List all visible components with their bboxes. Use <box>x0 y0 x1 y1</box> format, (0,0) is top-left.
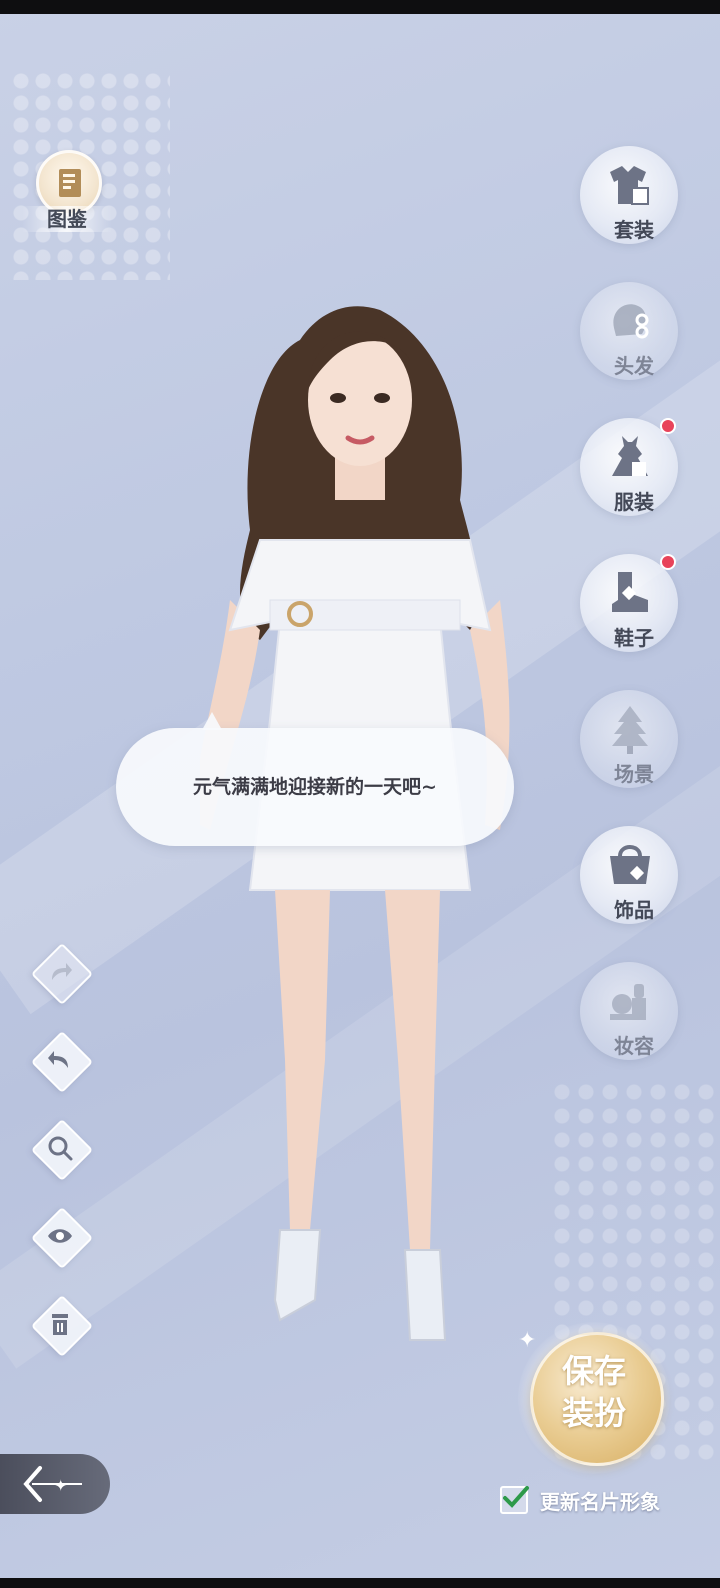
dress-icon <box>612 436 648 476</box>
notification-dot <box>660 554 676 570</box>
menu-label: 饰品 <box>614 898 654 922</box>
status-bar <box>0 0 720 14</box>
scene-tree-icon <box>612 706 648 754</box>
menu-clothing[interactable]: 服装 <box>574 412 684 522</box>
menu-label: 鞋子 <box>614 626 654 650</box>
nav-bar <box>0 1578 720 1588</box>
zoom-button[interactable] <box>30 1118 94 1182</box>
shoe-icon <box>612 572 648 612</box>
speech-bubble: 元气满满地迎接新的一天吧~ <box>116 712 514 846</box>
makeup-icon <box>610 984 646 1020</box>
undo-button[interactable] <box>30 1030 94 1094</box>
delete-button[interactable] <box>30 1294 94 1358</box>
speech-text: 元气满满地迎接新的一天吧~ <box>193 776 437 798</box>
menu-label: 头发 <box>614 354 654 378</box>
checkmark-icon <box>503 1486 529 1508</box>
sparkle-icon: ✦ <box>518 1328 537 1353</box>
svg-text:✦: ✦ <box>54 1476 67 1495</box>
save-label-line2: 装扮 <box>561 1394 626 1432</box>
atlas-button[interactable]: 图鉴 <box>22 150 112 234</box>
menu-shoes[interactable]: 鞋子 <box>574 548 684 658</box>
redo-icon <box>52 963 72 980</box>
menu-accessories[interactable]: 饰品 <box>574 820 684 930</box>
back-button[interactable]: ✦ <box>0 1454 110 1514</box>
menu-hair[interactable]: 头发 <box>574 276 684 386</box>
menu-label: 场景 <box>614 762 654 786</box>
back-arrow-icon: ✦ <box>23 1466 82 1502</box>
menu-label: 妆容 <box>614 1034 654 1058</box>
menu-makeup[interactable]: 妆容 <box>574 956 684 1066</box>
eye-icon <box>48 1229 72 1243</box>
menu-label: 套装 <box>614 218 654 242</box>
redo-button[interactable] <box>30 942 94 1006</box>
save-outfit-button[interactable]: 保存装扮 ✦ <box>518 1322 670 1474</box>
menu-scene[interactable]: 场景 <box>574 684 684 794</box>
outfit-icon <box>610 166 649 205</box>
save-label-line1: 保存 <box>561 1352 626 1390</box>
notification-dot <box>660 418 676 434</box>
update-card-toggle[interactable]: 更新名片形象 <box>500 1484 700 1516</box>
preview-button[interactable] <box>30 1206 94 1270</box>
trash-icon <box>52 1314 68 1335</box>
bag-icon <box>610 845 650 884</box>
zoom-icon <box>48 1136 73 1161</box>
atlas-label: 图鉴 <box>22 206 112 232</box>
hair-icon <box>613 304 649 339</box>
menu-label: 服装 <box>614 490 654 514</box>
checkbox[interactable] <box>500 1486 529 1514</box>
dressup-screen: 图鉴 套装 头发 服装 鞋子 场景 饰品 妆容 元气满满地迎接新的一天吧~ 保存… <box>0 0 720 1588</box>
menu-outfit[interactable]: 套装 <box>574 140 684 250</box>
update-card-label: 更新名片形象 <box>540 1490 660 1514</box>
undo-icon <box>48 1051 68 1068</box>
